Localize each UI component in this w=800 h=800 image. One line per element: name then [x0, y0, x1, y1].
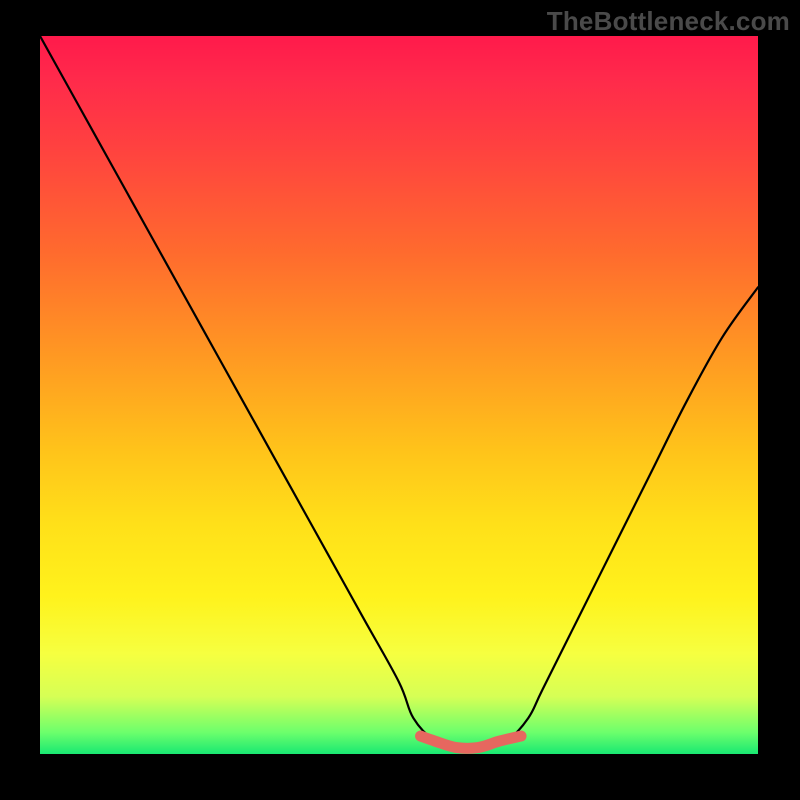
plot-area — [40, 36, 758, 754]
bottleneck-curve — [40, 36, 758, 749]
chart-frame: TheBottleneck.com — [0, 0, 800, 800]
valley-highlight — [421, 736, 522, 748]
watermark-text: TheBottleneck.com — [547, 6, 790, 37]
curve-layer — [40, 36, 758, 754]
